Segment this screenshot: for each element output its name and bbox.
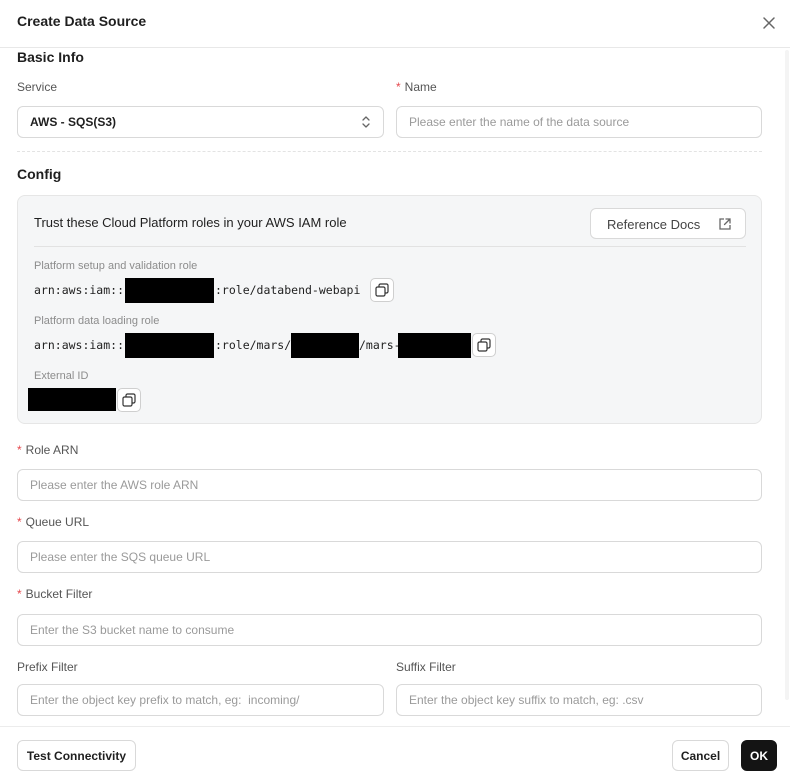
- copy-setup-role-button[interactable]: [370, 278, 394, 302]
- role-arn-input[interactable]: [17, 469, 762, 501]
- modal-footer: Test Connectivity Cancel OK: [0, 726, 790, 782]
- external-id-label: External ID: [34, 370, 89, 382]
- service-value: AWS - SQS(S3): [30, 115, 117, 129]
- bucket-filter-label-text: Bucket Filter: [25, 587, 93, 601]
- prefix-filter-input[interactable]: [17, 684, 384, 716]
- queue-url-label-text: Queue URL: [25, 515, 90, 529]
- reference-docs-button[interactable]: Reference Docs: [590, 208, 746, 239]
- loading-role-label: Platform data loading role: [34, 315, 160, 327]
- copy-loading-role-button[interactable]: [472, 333, 496, 357]
- redacted-account-id: [125, 278, 214, 303]
- config-separator: [34, 246, 746, 247]
- redacted-external-id: [28, 388, 116, 411]
- config-panel: Trust these Cloud Platform roles in your…: [17, 195, 762, 424]
- loading-role-mid2: /mars-: [359, 338, 401, 352]
- suffix-filter-input[interactable]: [396, 684, 762, 716]
- setup-role-prefix: arn:aws:iam::: [34, 283, 125, 297]
- reference-docs-label: Reference Docs: [607, 217, 701, 232]
- setup-role-suffix: :role/databend-webapi: [215, 283, 361, 297]
- basic-info-title: Basic Info: [17, 49, 84, 65]
- redacted-role-segment: [398, 333, 471, 358]
- close-icon[interactable]: [760, 14, 778, 32]
- queue-url-input[interactable]: [17, 541, 762, 573]
- setup-role-label: Platform setup and validation role: [34, 260, 198, 272]
- copy-icon: [122, 393, 136, 407]
- copy-external-id-button[interactable]: [117, 388, 141, 412]
- external-link-icon: [719, 218, 731, 230]
- trust-text: Trust these Cloud Platform roles in your…: [34, 215, 347, 230]
- suffix-filter-label: Suffix Filter: [396, 660, 456, 674]
- name-label: * Name: [396, 80, 437, 94]
- scrollbar[interactable]: [785, 50, 789, 700]
- bucket-filter-label: * Bucket Filter: [17, 587, 92, 601]
- role-arn-label: * Role ARN: [17, 443, 78, 457]
- required-marker: *: [17, 515, 22, 529]
- prefix-filter-label: Prefix Filter: [17, 660, 78, 674]
- copy-icon: [477, 338, 491, 352]
- loading-role-prefix: arn:aws:iam::: [34, 338, 125, 352]
- name-input[interactable]: [396, 106, 762, 138]
- modal-header: Create Data Source: [0, 0, 790, 48]
- test-connectivity-button[interactable]: Test Connectivity: [17, 740, 136, 771]
- cancel-button[interactable]: Cancel: [672, 740, 729, 771]
- service-select[interactable]: AWS - SQS(S3): [17, 106, 384, 138]
- queue-url-label: * Queue URL: [17, 515, 89, 529]
- section-divider: [17, 151, 762, 152]
- name-label-text: Name: [404, 80, 437, 94]
- role-arn-label-text: Role ARN: [25, 443, 79, 457]
- required-marker: *: [17, 587, 22, 601]
- required-marker: *: [17, 443, 22, 457]
- config-title: Config: [17, 166, 62, 182]
- redacted-role-segment: [291, 333, 359, 358]
- loading-role-mid: :role/mars/: [215, 338, 292, 352]
- required-marker: *: [396, 80, 401, 94]
- redacted-account-id: [125, 333, 214, 358]
- ok-button[interactable]: OK: [741, 740, 777, 771]
- select-arrows-icon: [362, 116, 370, 128]
- service-label: Service: [17, 80, 58, 94]
- bucket-filter-input[interactable]: [17, 614, 762, 646]
- modal-title: Create Data Source: [17, 13, 147, 29]
- copy-icon: [375, 283, 389, 297]
